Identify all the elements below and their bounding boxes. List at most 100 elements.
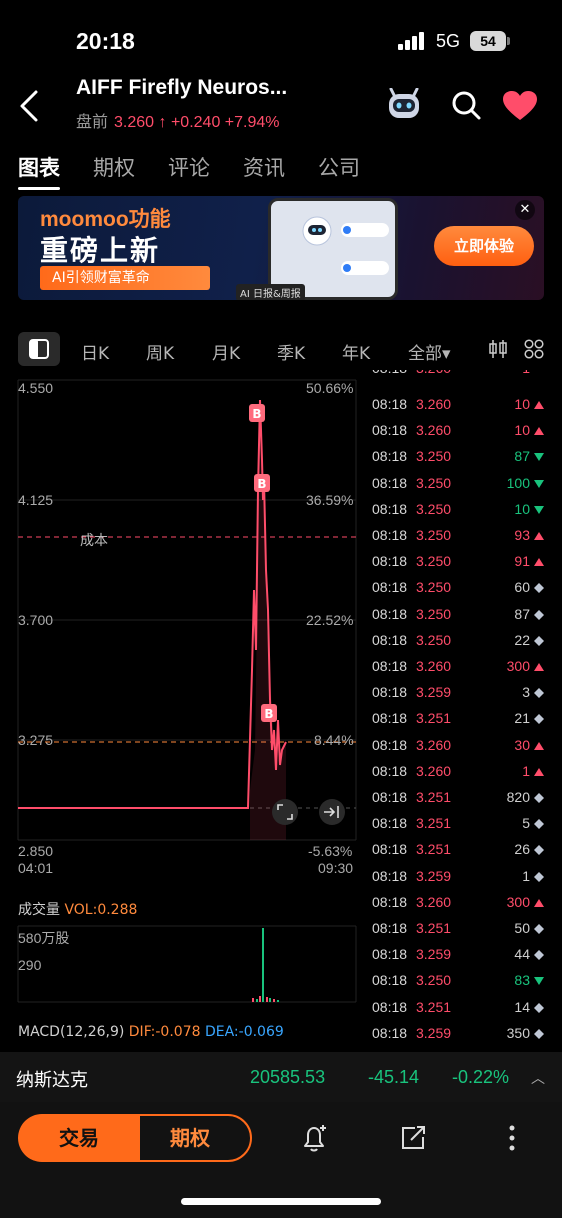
tick-volume: 300: [506, 658, 530, 674]
banner-cta-button[interactable]: 立即体验: [434, 226, 534, 266]
triangle-up-icon: [534, 663, 544, 671]
buy-marker: B: [249, 404, 265, 422]
triangle-up-icon: [534, 898, 544, 907]
tick-row: 08:18 3.250 91: [372, 553, 544, 579]
battery-tip: [507, 37, 510, 45]
ai-robot-icon[interactable]: [386, 87, 422, 122]
tick-row-partial: 08:183.2601: [372, 370, 544, 386]
tick-volume: 91: [514, 553, 530, 570]
svg-text:B: B: [257, 477, 266, 491]
y-axis-label: 2.850: [18, 843, 54, 859]
triangle-up-icon: [534, 741, 544, 750]
banner-close-icon[interactable]: ✕: [515, 200, 535, 220]
triangle-down-icon: [534, 977, 544, 986]
price-alert-bell-icon[interactable]: [298, 1122, 330, 1158]
buy-marker: B: [261, 704, 277, 722]
tick-row: 08:18 3.260 30: [372, 737, 544, 763]
status-time: 20:18: [76, 28, 135, 54]
price-up-arrow-icon: ↑: [154, 114, 171, 131]
sidebar-toggle-button[interactable]: [18, 332, 60, 366]
tick-time: 08:18: [372, 553, 408, 570]
y-axis-pct-label: 36.59%: [306, 492, 354, 508]
candlestick-icon[interactable]: [488, 339, 508, 359]
tab-options[interactable]: 期权: [93, 152, 135, 182]
tick-volume: 100: [506, 474, 530, 491]
index-value: 20585.53: [250, 1067, 326, 1087]
tab-company[interactable]: 公司: [318, 152, 360, 182]
banner-headline: 重磅上新: [40, 234, 161, 267]
session-label: 盘前: [76, 114, 109, 131]
volume-y-label: 290: [18, 957, 42, 973]
diamond-icon: [534, 635, 544, 646]
period-quarter[interactable]: 季K: [277, 339, 305, 364]
tick-row: 08:18 3.260 10: [372, 422, 544, 448]
jump-to-latest-icon: [319, 799, 345, 825]
grid-layout-icon[interactable]: [524, 339, 544, 359]
period-week[interactable]: 周K: [146, 339, 174, 364]
bottom-bar: 交易 期权: [0, 1102, 562, 1218]
tick-volume: 10: [514, 422, 530, 439]
trade-button[interactable]: 交易: [18, 1114, 140, 1162]
tick-volume: 1: [522, 762, 530, 779]
cost-label: 成本: [80, 533, 108, 549]
tick-volume: 350: [506, 1024, 530, 1041]
tick-volume: 10: [514, 396, 530, 412]
index-bar[interactable]: 纳斯达克 20585.53 -45.14 -0.22% ︿: [0, 1052, 562, 1102]
index-change: -45.14: [368, 1067, 420, 1087]
tick-time: 08:18: [372, 684, 408, 701]
tick-price: 3.250: [416, 474, 452, 491]
tick-price: 3.260: [416, 422, 452, 439]
tick-time: 08:18: [372, 527, 408, 543]
triangle-up-icon: [534, 767, 544, 776]
tick-row: 08:18 3.251 26: [372, 841, 544, 867]
y-axis-label: 3.700: [18, 612, 54, 628]
tick-price: 3.251: [416, 710, 452, 727]
triangle-down-icon: [534, 453, 544, 462]
panel-toggle-icon: [29, 339, 49, 359]
tick-volume: 60: [514, 579, 530, 596]
tick-row: 08:18 3.251 50: [372, 920, 544, 946]
options-button[interactable]: 期权: [128, 1114, 252, 1162]
price-change-pct: +7.94%: [224, 114, 280, 131]
price-line: [18, 399, 287, 809]
network-label: 5G: [436, 31, 461, 51]
index-name: 纳斯达克: [16, 1070, 88, 1091]
period-day[interactable]: 日K: [81, 339, 109, 364]
y-axis-label: 4.550: [18, 380, 54, 396]
tick-volume: 21: [514, 710, 530, 727]
index-change-pct: -0.22%: [452, 1067, 510, 1087]
tab-bar: 图表 期权 评论 资讯 公司: [18, 152, 393, 190]
tick-price: 3.260: [416, 396, 452, 412]
tick-row: 08:18 3.250 100: [372, 475, 544, 501]
share-icon[interactable]: [397, 1122, 429, 1158]
favorite-heart-icon[interactable]: [502, 90, 538, 122]
triangle-down-icon: [534, 505, 544, 514]
tick-row: 08:18 3.260 1: [372, 763, 544, 789]
promo-banner[interactable]: moomoo功能 重磅上新 AI引领财富革命 AI 日报&周报 立即体验 ✕: [18, 196, 544, 300]
tick-time: 08:18: [372, 710, 408, 727]
tick-time: 08:18: [372, 920, 408, 936]
period-month[interactable]: 月K: [212, 339, 240, 364]
tick-volume: 5: [522, 815, 530, 832]
chevron-up-icon[interactable]: ︿: [531, 1068, 545, 1088]
back-button[interactable]: [16, 88, 46, 124]
tab-news[interactable]: 资讯: [243, 152, 285, 182]
diamond-icon: [534, 950, 544, 961]
more-menu-icon[interactable]: [502, 1122, 522, 1158]
tick-volume: 26: [514, 841, 530, 858]
period-all[interactable]: 全部▾: [408, 339, 451, 364]
x-axis-end: 09:30: [318, 860, 354, 876]
tick-time: 08:18: [372, 579, 408, 596]
tick-time: 08:18: [372, 1024, 408, 1041]
diamond-icon: [534, 714, 544, 725]
tab-comments[interactable]: 评论: [168, 152, 210, 182]
tick-price: 3.259: [416, 867, 452, 884]
tick-price: 3.251: [416, 998, 452, 1015]
search-icon[interactable]: [450, 89, 482, 121]
tab-chart[interactable]: 图表: [18, 152, 60, 190]
quote-line: 盘前 3.260 ↑ +0.240 +7.94%: [76, 108, 280, 132]
tick-volume: 820: [506, 789, 530, 805]
period-year[interactable]: 年K: [342, 339, 370, 364]
tick-price: 3.260: [416, 762, 452, 779]
tick-row: 08:18 3.251 14: [372, 999, 544, 1025]
